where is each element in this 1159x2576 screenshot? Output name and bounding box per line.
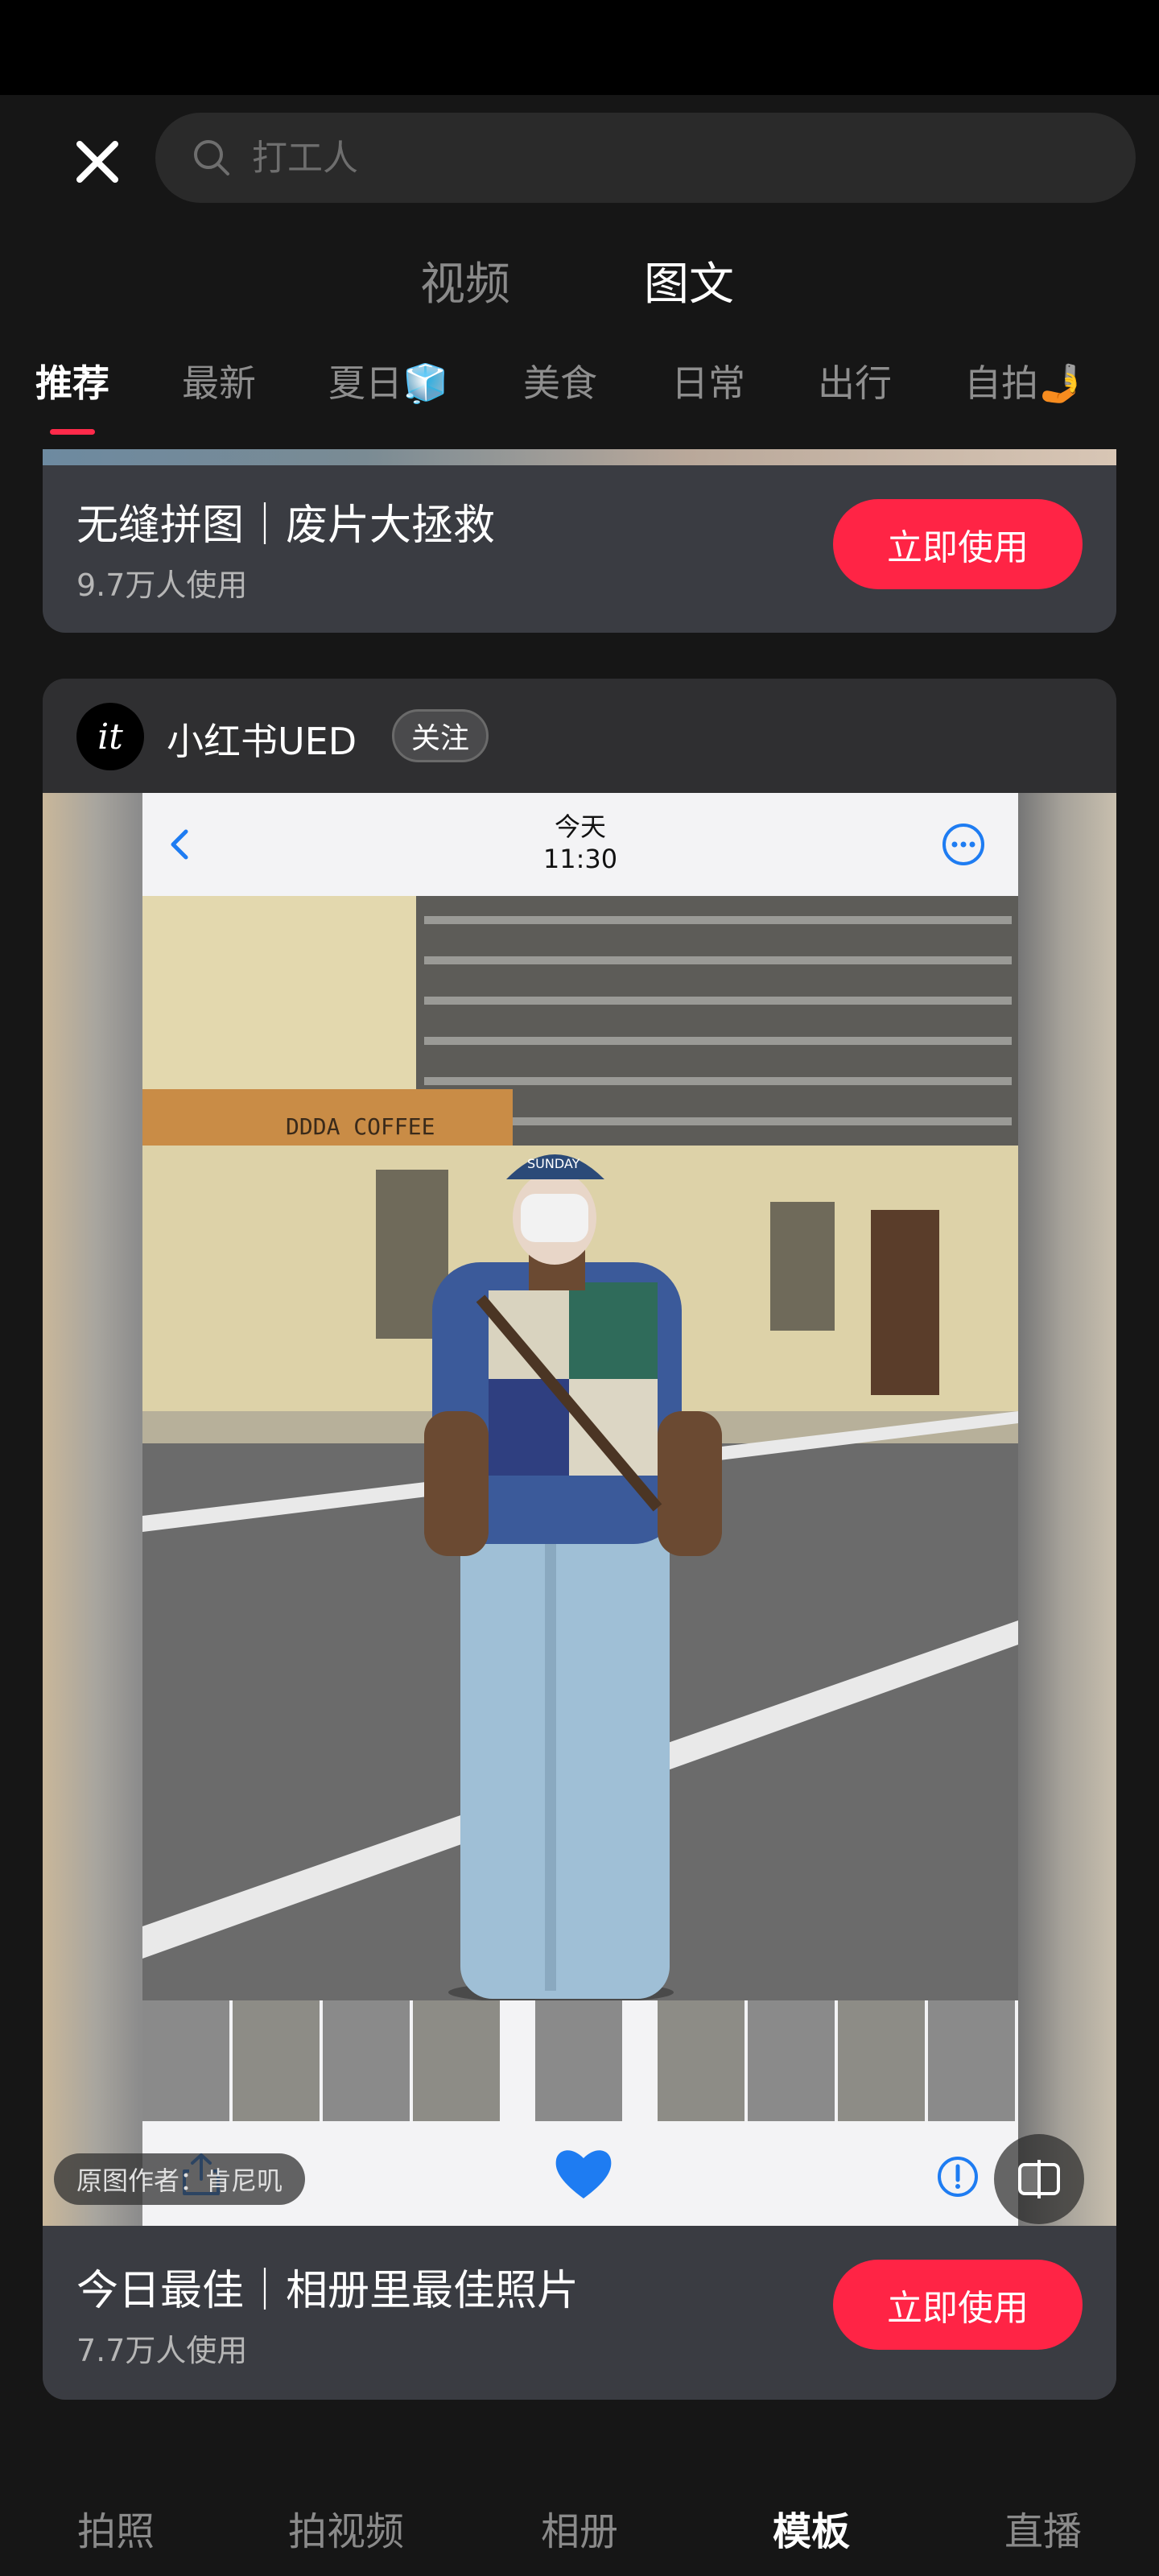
compare-toggle-icon	[1018, 2160, 1060, 2198]
category-tab-summer[interactable]: 夏日🧊	[328, 354, 448, 407]
bottom-navigation: 拍照 拍视频 相册 模板 直播	[0, 2466, 1159, 2576]
status-bar	[0, 0, 1159, 95]
phone-screenshot: 今天 11:30 DDDA COFFEE SUNDAY	[142, 793, 1018, 2226]
category-tab-travel[interactable]: 出行	[818, 354, 892, 407]
photo-thumbnail[interactable]	[233, 2000, 320, 2121]
photo-thumbnail[interactable]	[838, 2000, 925, 2121]
photo-thumbnail[interactable]	[535, 2000, 622, 2121]
category-tab-daily[interactable]: 日常	[671, 354, 745, 407]
photo-date-day: 今天	[554, 811, 606, 842]
template-card[interactable]: 无缝拼图｜废片大拯救 9.7万人使用 立即使用	[43, 449, 1116, 633]
template-usage-count: 9.7万人使用	[76, 568, 248, 603]
active-tab-indicator	[50, 429, 95, 435]
template-preview[interactable]: 今天 11:30 DDDA COFFEE SUNDAY 原图作者：肯尼叽	[43, 793, 1116, 2226]
cap-text: SUNDAY	[527, 1156, 580, 1171]
photo-viewer-header: 今天 11:30	[142, 793, 1018, 896]
street-scene: DDDA COFFEE SUNDAY	[142, 896, 1018, 2000]
template-card[interactable]: it 小红书UED 关注 今天 11:30 DDDA COFFEE SUNDAY…	[43, 679, 1116, 2400]
category-tab-food[interactable]: 美食	[523, 354, 597, 407]
photo-date: 今天 11:30	[142, 811, 1018, 875]
template-title: 今日最佳｜相册里最佳照片	[76, 2267, 580, 2315]
follow-button[interactable]: 关注	[392, 709, 489, 762]
street-photo: DDDA COFFEE SUNDAY	[142, 896, 1018, 2000]
author-row: it 小红书UED 关注	[43, 679, 1116, 793]
heart-icon	[555, 2150, 612, 2198]
info-icon	[938, 2157, 978, 2197]
mode-tabs: 视频 图文	[0, 248, 1159, 328]
photo-thumbnail[interactable]	[748, 2000, 835, 2121]
template-usage-count: 7.7万人使用	[76, 2333, 248, 2368]
nav-live[interactable]: 直播	[1004, 2500, 1082, 2556]
photo-date-time: 11:30	[542, 844, 618, 874]
category-tab-selfie[interactable]: 自拍🤳	[964, 354, 1084, 407]
photo-thumbnail[interactable]	[658, 2000, 744, 2121]
close-icon	[76, 141, 118, 183]
search-icon	[194, 140, 229, 175]
template-preview-image	[43, 449, 1116, 465]
avatar[interactable]: it	[76, 703, 144, 770]
category-tabs: 推荐 最新 夏日🧊 美食 日常 出行 自拍🤳	[0, 354, 1159, 443]
original-author-credit: 原图作者：肯尼叽	[54, 2153, 306, 2205]
template-screen: 视频 图文 推荐 最新 夏日🧊 美食 日常 出行 自拍🤳 无缝拼图｜废片大拯救 …	[0, 95, 1159, 2576]
photo-thumbnail[interactable]	[323, 2000, 410, 2121]
coffee-sign-text: DDDA COFFEE	[286, 1113, 435, 1140]
photo-thumbnail-strip[interactable]	[142, 2000, 1018, 2121]
nav-album[interactable]: 相册	[541, 2500, 618, 2556]
search-input[interactable]	[252, 137, 976, 179]
use-template-button[interactable]: 立即使用	[833, 499, 1083, 589]
author-name[interactable]: 小红书UED	[167, 712, 357, 766]
tab-image-text[interactable]: 图文	[644, 248, 734, 313]
compare-toggle-button[interactable]	[994, 2134, 1084, 2224]
nav-photo[interactable]: 拍照	[77, 2500, 155, 2556]
close-button[interactable]	[64, 129, 130, 195]
tab-video[interactable]: 视频	[420, 248, 510, 313]
template-title: 无缝拼图｜废片大拯救	[76, 502, 496, 550]
category-tab-recommended[interactable]: 推荐	[35, 354, 109, 407]
photo-thumbnail[interactable]	[928, 2000, 1015, 2121]
photo-thumbnail[interactable]	[413, 2000, 500, 2121]
photo-thumbnail[interactable]	[142, 2000, 229, 2121]
more-circle-icon	[942, 824, 984, 865]
template-info: 今日最佳｜相册里最佳照片 7.7万人使用 立即使用	[43, 2226, 1116, 2400]
category-tab-latest[interactable]: 最新	[182, 354, 256, 407]
use-template-button[interactable]: 立即使用	[833, 2260, 1083, 2350]
search-bar[interactable]	[155, 113, 1136, 203]
nav-video[interactable]: 拍视频	[288, 2500, 404, 2556]
nav-templates[interactable]: 模板	[773, 2500, 850, 2556]
